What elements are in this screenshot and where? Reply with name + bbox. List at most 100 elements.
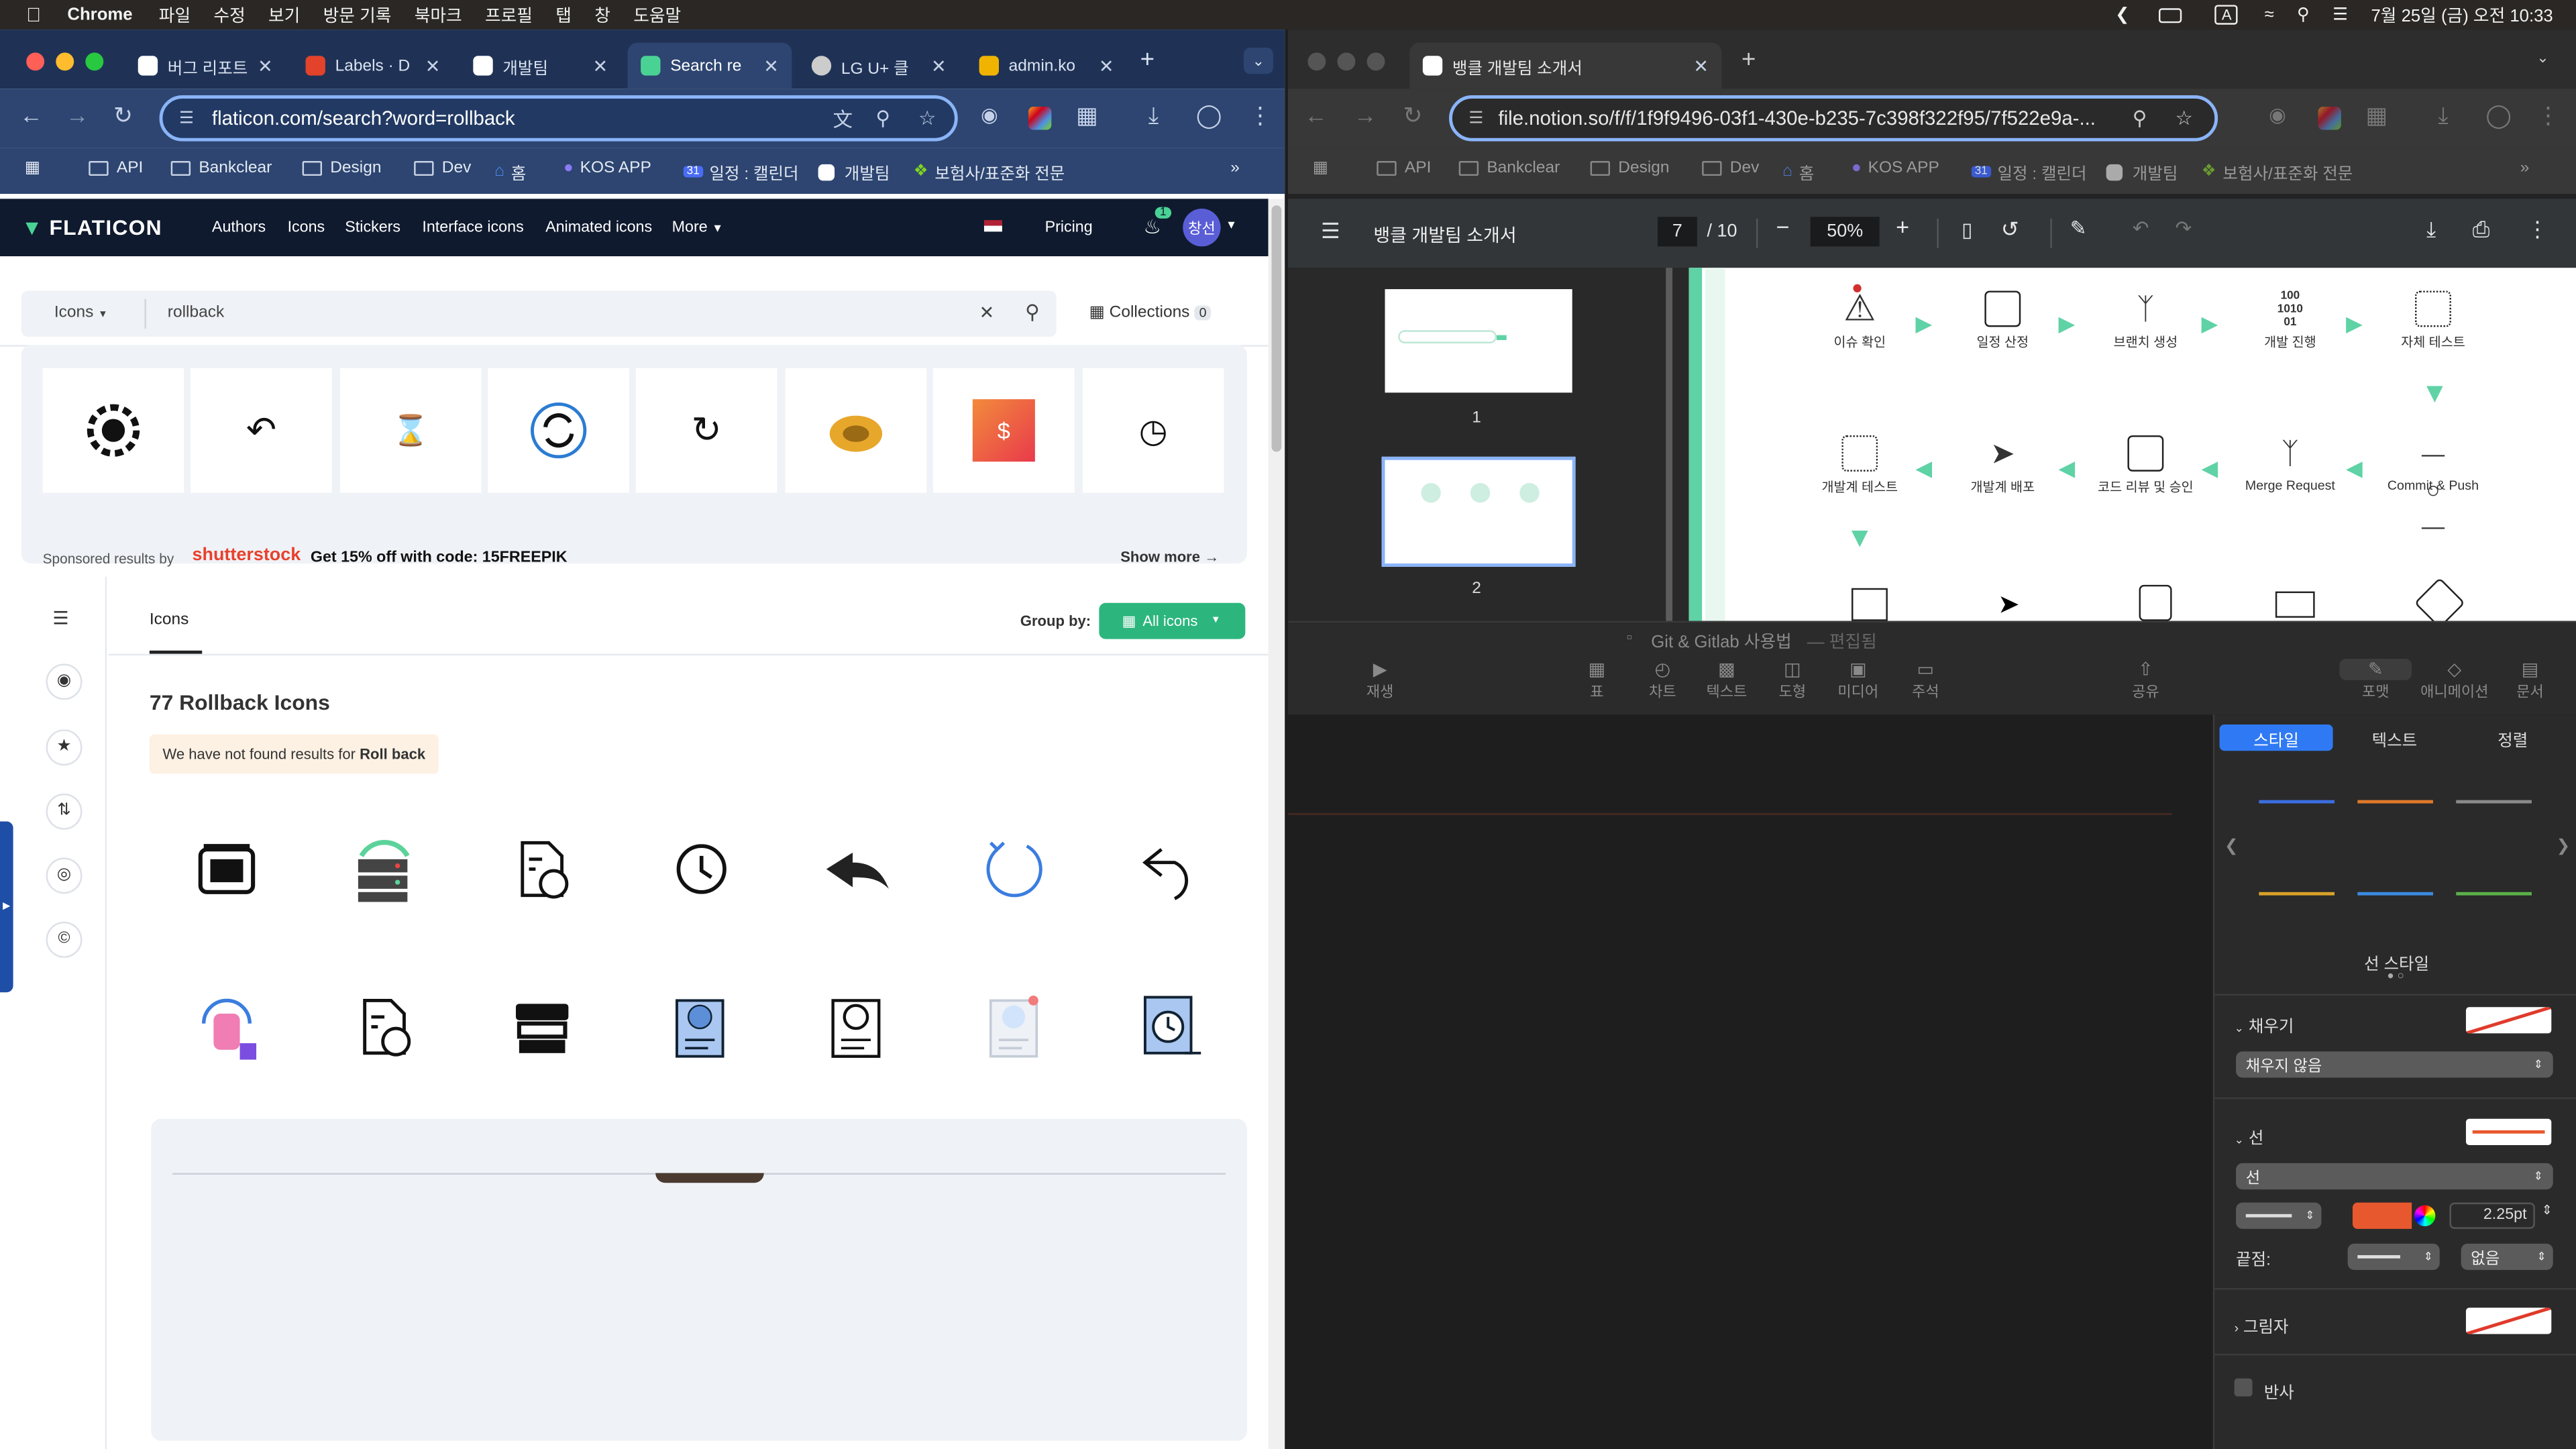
apple-icon[interactable]:  — [26, 3, 41, 26]
stroke-type-select[interactable]: 선 ⇕ — [2236, 1163, 2553, 1190]
star-icon[interactable]: ☆ — [918, 107, 936, 129]
menu-view[interactable]: 보기 — [268, 3, 300, 28]
reload-icon[interactable]: ↻ — [113, 102, 133, 130]
bookmarks-overflow[interactable]: » — [2520, 160, 2530, 178]
result-icon[interactable] — [1122, 977, 1221, 1076]
close-icon[interactable]: ✕ — [1693, 55, 1709, 76]
zoom-icon[interactable]: ⚲ — [875, 107, 890, 129]
page-thumbnail-active[interactable] — [1381, 456, 1576, 567]
tab-icons[interactable]: Icons — [150, 611, 189, 629]
close-icon[interactable]: ✕ — [1099, 55, 1114, 76]
sponsored-thumb[interactable]: ↶ — [191, 368, 332, 493]
tab-admin[interactable]: admin.ko ✕ — [966, 43, 1127, 89]
result-icon[interactable] — [965, 820, 1063, 918]
bookmark-bankclear[interactable]: Bankclear — [170, 160, 272, 177]
reflection-checkbox[interactable] — [2234, 1378, 2253, 1397]
hamburger-menu-icon[interactable]: ☰ — [1321, 219, 1340, 245]
tab-pdf[interactable]: 뱅클 개발팀 소개서 ✕ — [1409, 42, 1722, 89]
result-icon[interactable] — [177, 977, 276, 1076]
translate-icon[interactable]: 文 — [833, 105, 853, 133]
result-icon[interactable] — [806, 820, 905, 918]
media-button[interactable]: ▣ 미디어 — [1833, 659, 1882, 702]
close-icon[interactable]: ✕ — [425, 55, 441, 76]
rotate-icon[interactable]: ↺ — [2001, 217, 2019, 243]
close-icon[interactable]: ✕ — [258, 55, 273, 76]
document-title[interactable]: Git & Gitlab 사용법 — [1651, 629, 1792, 654]
menu-kebab-icon[interactable]: ⋮ — [2536, 102, 2559, 130]
redo-icon[interactable]: ↷ — [2175, 217, 2192, 239]
line-style-swatch[interactable] — [2357, 892, 2433, 896]
document-button[interactable]: ▤ 문서 — [2510, 659, 2550, 702]
zoom-level-input[interactable]: 50% — [1810, 217, 1880, 247]
sponsored-thumb[interactable]: ⌛ — [339, 368, 482, 493]
more-icon[interactable]: ⋮ — [2527, 217, 2548, 243]
nav-authors[interactable]: Authors — [212, 219, 266, 237]
stroke-pattern-select[interactable]: ⇕ — [2236, 1202, 2322, 1229]
forward-arrow-icon[interactable]: → — [1354, 102, 1377, 128]
bookmark-home[interactable]: ⌂ 홈 — [1782, 160, 1814, 184]
star-badge-icon[interactable]: ★ — [46, 729, 83, 766]
profile-icon[interactable]: ◯ — [2485, 102, 2511, 130]
minimize-window-button[interactable] — [56, 52, 74, 71]
nav-pricing[interactable]: Pricing — [1045, 219, 1093, 237]
menu-kebab-icon[interactable]: ⋮ — [1248, 102, 1271, 130]
tab-bug-report[interactable]: 버그 리포트 ✕ — [125, 43, 286, 89]
zoom-in-icon[interactable]: + — [1896, 213, 1909, 239]
tab-dev-team[interactable]: 개발팀 ✕ — [460, 43, 621, 89]
reload-icon[interactable]: ↻ — [1403, 102, 1422, 130]
sponsored-thumb[interactable] — [42, 368, 184, 493]
zoom-out-icon[interactable]: − — [1776, 213, 1789, 239]
tab-text[interactable]: 텍스트 — [2338, 724, 2451, 751]
nav-more[interactable]: More ▼ — [672, 219, 723, 237]
forward-arrow-icon[interactable]: → — [66, 102, 89, 128]
bookmark-design[interactable]: Design — [1590, 160, 1670, 177]
tab-lgu[interactable]: LG U+ 클 ✕ — [798, 43, 959, 89]
wifi-icon[interactable]: ≈ — [2265, 5, 2274, 24]
apps-grid-icon[interactable]: ▦ — [25, 160, 40, 178]
download-icon[interactable]: ⤓ — [1148, 102, 1159, 130]
result-icon[interactable] — [335, 820, 434, 918]
sponsored-thumb[interactable]: ◷ — [1082, 368, 1224, 493]
shape-icon[interactable]: ◎ — [46, 857, 83, 894]
bookmark-dev[interactable]: Dev — [1702, 160, 1759, 177]
close-icon[interactable]: ✕ — [763, 55, 779, 76]
menu-window[interactable]: 창 — [594, 3, 610, 28]
search-icon[interactable]: ⚲ — [1025, 301, 1040, 323]
zoom-window-button[interactable] — [85, 52, 104, 71]
search-type-select[interactable]: Icons ▼ — [54, 304, 108, 322]
ad-banner-placeholder[interactable] — [151, 1118, 1247, 1441]
animate-button[interactable]: ◇ 애니메이션 — [2412, 659, 2497, 702]
page-thumbnail[interactable] — [1385, 289, 1572, 393]
bookmarks-overflow[interactable]: » — [1230, 160, 1240, 178]
us-flag-icon[interactable] — [983, 220, 1002, 232]
back-arrow-icon[interactable]: ← — [19, 102, 42, 128]
menu-help[interactable]: 도움말 — [633, 3, 681, 28]
shutterstock-logo[interactable]: shutterstock — [193, 545, 301, 565]
line-style-swatch[interactable] — [2456, 892, 2532, 896]
chevron-down-icon[interactable]: ▼ — [1226, 220, 1237, 231]
menu-file[interactable]: 파일 — [159, 3, 191, 28]
annotate-icon[interactable]: ✎ — [2070, 217, 2087, 239]
notice-term[interactable]: Roll back — [360, 746, 425, 762]
stroke-color-button[interactable] — [2352, 1202, 2412, 1229]
nav-interface-icons[interactable]: Interface icons — [422, 219, 523, 237]
filter-sliders-icon[interactable]: ☰ — [52, 608, 68, 629]
new-tab-button[interactable]: + — [1741, 46, 1756, 74]
menu-bookmarks[interactable]: 북마크 — [415, 3, 462, 28]
chart-button[interactable]: ◴ 차트 — [1643, 659, 1682, 702]
bell-icon[interactable]: ♨ — [1144, 215, 1161, 238]
star-icon[interactable]: ☆ — [2175, 107, 2192, 129]
sponsored-thumb[interactable]: $ — [933, 368, 1075, 493]
bookmark-api[interactable]: API — [89, 160, 143, 177]
download-icon[interactable]: ⤓ — [2426, 217, 2436, 243]
tab-search-chevron-icon[interactable]: ⌄ — [1243, 48, 1273, 74]
bookmark-dev[interactable]: Dev — [414, 160, 471, 177]
bookmark-kos-app[interactable]: ● KOS APP — [564, 160, 651, 178]
download-icon[interactable]: ⤓ — [2438, 102, 2448, 130]
line-style-swatch[interactable] — [2259, 892, 2335, 896]
comment-button[interactable]: ▭ 주석 — [1906, 659, 1945, 702]
menu-tab[interactable]: 탭 — [555, 3, 572, 28]
tab-search-chevron-icon[interactable]: ⌄ — [2536, 49, 2548, 67]
bookmark-insurance[interactable]: ❖ 보험사/표준화 전문 — [914, 160, 1065, 184]
page-scrollbar[interactable] — [1268, 199, 1285, 1449]
